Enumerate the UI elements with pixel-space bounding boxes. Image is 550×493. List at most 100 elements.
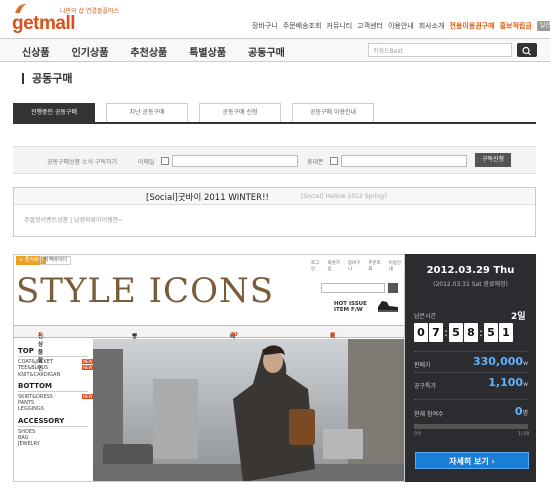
cat-head-accessory[interactable]: ACCESSORY	[18, 417, 88, 427]
divider	[414, 351, 528, 352]
catbar-best-num: 30	[230, 332, 238, 338]
cat-knit-cardigan[interactable]: KNIT&CARDIGAN	[18, 372, 88, 378]
social-current-title[interactable]: [Social]굿바이 2011 WINTER!!	[146, 191, 269, 203]
chevron-right-icon: ›	[491, 457, 495, 466]
group-price-value: 1,100w	[488, 376, 528, 389]
banner-login-link[interactable]: 로그인	[311, 260, 323, 272]
category-list: TOP COAT&JACKET NEW TEE&BLOUS NEW KNIT&CAR…	[18, 343, 94, 448]
social-box: [Social]굿바이 2011 WINTER!! [Social] Hello…	[13, 187, 536, 237]
tab-past[interactable]: 지난 공동구매	[106, 103, 188, 122]
nav-recommended-products[interactable]: 추천상품	[130, 44, 167, 59]
join-value: 0명	[515, 405, 528, 418]
phone-checkbox[interactable]	[330, 157, 338, 165]
top-utility-nav: 장바구니 주문배송조회 커뮤니티 고객센터 이용안내 회사소개 전용이용권구매 …	[252, 21, 550, 31]
tab-apply[interactable]: 공동구매 신청	[199, 103, 281, 122]
social-description: 주말핫이벤트상품 | 남성의류아이템만~	[24, 217, 124, 224]
scale-max: 1/3명	[518, 432, 530, 437]
nav-new-products[interactable]: 신상품	[22, 44, 50, 59]
cat-head-top[interactable]: TOP	[18, 347, 88, 357]
region-button[interactable]: 지역바이더	[40, 256, 72, 265]
email-field[interactable]	[172, 155, 298, 167]
deal-panel: 2012.03.29 Thu (2012.03.31 Sat 완료예정) 남은시…	[405, 254, 536, 482]
countdown-timer: 0 7 : 5 8 : 5 1	[414, 323, 513, 342]
countdown-digit: 7	[429, 323, 443, 342]
email-checkbox[interactable]	[161, 157, 169, 165]
hot-issue-label[interactable]: HOT ISSUE ITEM F/W	[334, 301, 367, 313]
shoe-icon	[378, 301, 398, 312]
price-amount: 330,000	[472, 355, 524, 368]
new-badge: NEW	[82, 359, 94, 364]
banner-join-link[interactable]: 회원가입	[328, 260, 343, 272]
model-photo[interactable]	[93, 339, 405, 482]
subscribe-label: 공동구매상품 소식 구독하기	[47, 159, 118, 166]
phone-field[interactable]	[341, 155, 467, 167]
search-button[interactable]	[517, 43, 537, 57]
banner-mini-links: 로그인 회원가입 장바구니 주문조회 이용안내	[311, 260, 404, 272]
catbar-new-num: 5	[38, 332, 42, 338]
banner-search-input[interactable]	[321, 283, 385, 293]
group-price-unit: w	[523, 381, 528, 388]
gift-icon: ■	[330, 332, 336, 338]
new-badge: NEW	[82, 365, 94, 371]
deal-date: 2012.03.29 Thu	[426, 265, 515, 276]
topnav-about[interactable]: 회사소개	[419, 21, 445, 31]
divider	[414, 399, 528, 400]
countdown-digit: 5	[484, 323, 498, 342]
price-unit: w	[523, 360, 528, 367]
price-label: 판매가	[414, 362, 431, 369]
group-price-label: 공구특가	[414, 383, 437, 390]
subscribe-bar: 공동구매상품 소식 구독하기 이메일 휴대폰 구독신청	[13, 146, 536, 174]
divider	[414, 372, 528, 373]
search-icon	[522, 46, 531, 56]
nav-popular-products[interactable]: 인기상품	[72, 44, 109, 59]
price-value: 330,000w	[473, 355, 528, 368]
cat-leggings[interactable]: LEGGINGS	[18, 406, 88, 412]
scale-min: 0명	[414, 432, 422, 437]
banner-search-button[interactable]	[388, 283, 398, 293]
banner-order-link[interactable]: 주문조회	[368, 260, 383, 272]
topnav-cart[interactable]: 장바구니	[252, 21, 278, 31]
topnav-community[interactable]: 커뮤니티	[326, 21, 352, 31]
deal-end-date: (2012.03.31 Sat 완료예정)	[433, 281, 508, 288]
topnav-points[interactable]: 홍보적립금	[500, 21, 532, 31]
search-input[interactable]: 키워드Best	[368, 43, 512, 57]
cat-skirt-label: SKIRT&DRESS	[18, 393, 53, 400]
hot-issue-line2: ITEM F/W	[334, 307, 363, 313]
cat-head-bottom[interactable]: BOTTOM	[18, 382, 88, 392]
cat-tee-label: TEE&BLOUS	[18, 365, 49, 372]
social-next-title[interactable]: [Social] Hellow 2012 Spring?	[301, 193, 387, 200]
remain-label: 남은시간	[414, 313, 437, 320]
detail-label: 자세히 보기	[449, 457, 489, 466]
topnav-voucher[interactable]: 전용이용권구매	[449, 21, 494, 31]
topnav-guide[interactable]: 이용안내	[388, 21, 414, 31]
topnav-customer-center[interactable]: 고객센터	[357, 21, 383, 31]
group-price-amount: 1,100	[488, 376, 524, 389]
nav-special-products[interactable]: 특별상품	[189, 44, 226, 59]
countdown-separator: :	[444, 326, 448, 339]
product-banner: + 즐겨찾기 지역바이더 로그인 회원가입 장바구니 주문조회 이용안내 STY…	[13, 254, 405, 482]
countdown-digit: 1	[499, 323, 513, 342]
banner-cart-link[interactable]: 장바구니	[348, 260, 363, 272]
logo[interactable]: getmall	[12, 13, 76, 35]
tab-guide[interactable]: 공동구매 이용안내	[292, 103, 374, 122]
topnav-mini-button[interactable]: 일산바로	[536, 21, 550, 31]
truck-icon: ▬	[132, 332, 138, 338]
detail-button[interactable]: 자세히 보기 ›	[415, 452, 529, 469]
email-label: 이메일	[138, 159, 155, 166]
group-buy-tabs: 진행중인 공동구매 지난 공동구매 공동구매 신청 공동구매 이용안내	[13, 103, 536, 124]
countdown-digit: 8	[464, 323, 478, 342]
banner-guide-link[interactable]: 이용안내	[389, 260, 404, 272]
countdown-digit: 5	[449, 323, 463, 342]
cat-jewelry[interactable]: JEWELRY	[18, 441, 88, 447]
banner-title: STYLE ICONS	[16, 271, 274, 311]
remain-days: 2일	[511, 312, 526, 322]
cat-coat-label: COAT&JACKET	[18, 359, 54, 365]
subscribe-button[interactable]: 구독신청	[475, 153, 511, 167]
tab-ongoing[interactable]: 진행중인 공동구매	[13, 103, 95, 122]
participation-progress-bar	[414, 424, 528, 429]
category-bar: 신상품할인5 당일배송상품 ▬ 베스트아이템 30 이벤트&혜택 ■	[14, 325, 404, 380]
topnav-order-tracking[interactable]: 주문배송조회	[283, 21, 322, 31]
nav-group-buy[interactable]: 공동구매	[248, 44, 285, 59]
new-badge: NEW	[82, 393, 94, 399]
countdown-digit: 0	[414, 323, 428, 342]
